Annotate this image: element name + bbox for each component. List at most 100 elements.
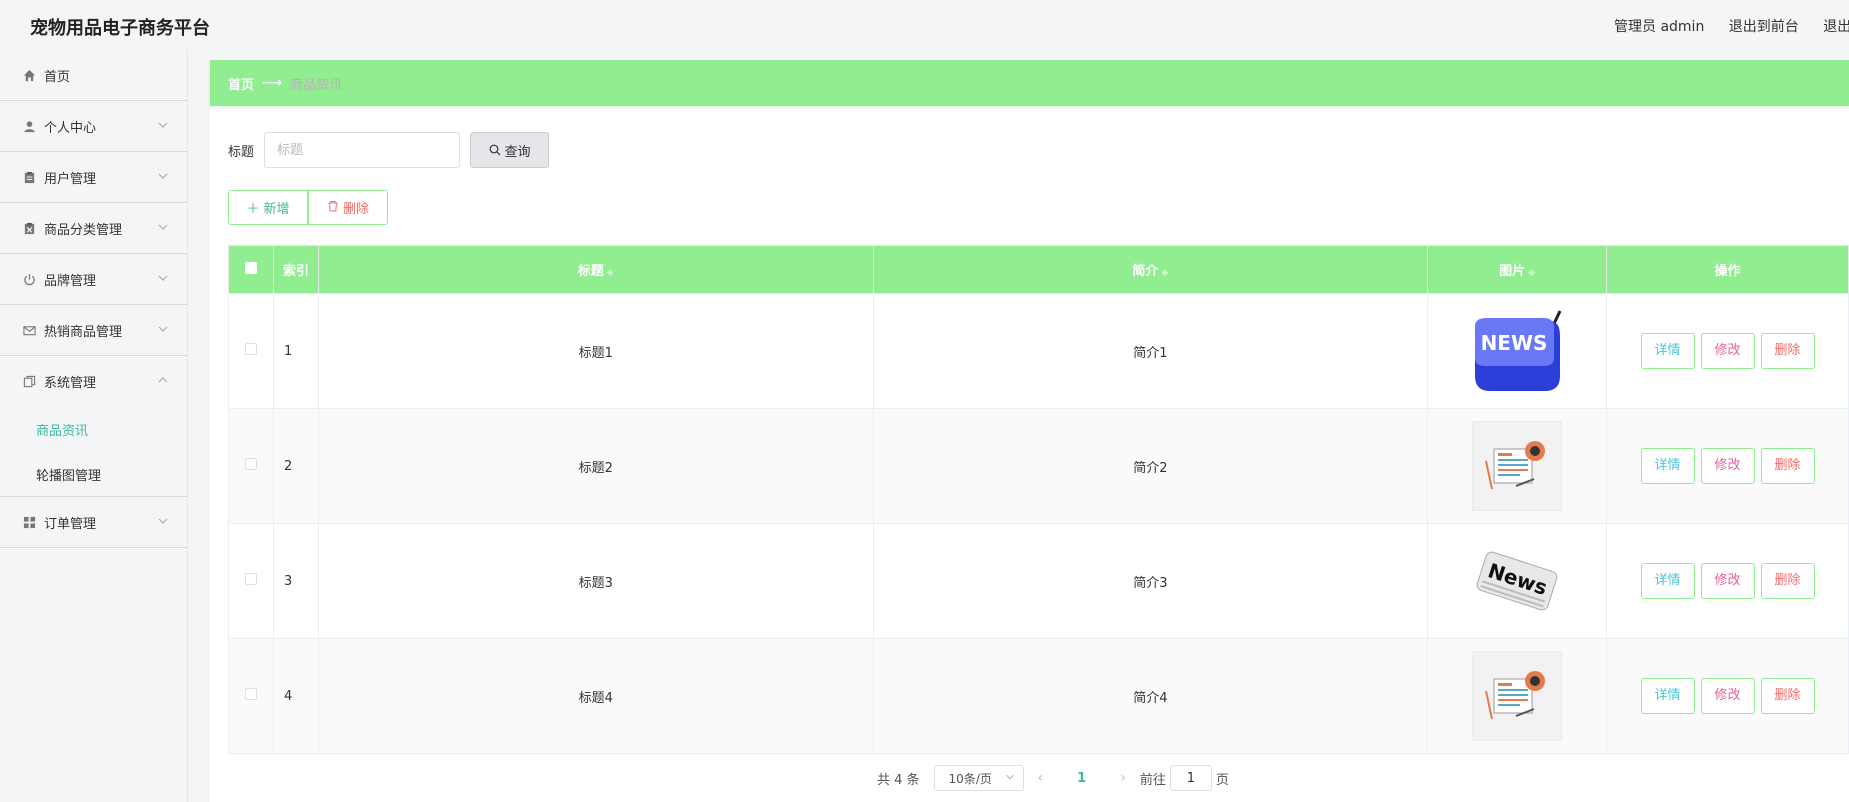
delete-button[interactable]: 删除: [1760, 448, 1815, 484]
sidebar-subitem-carousel[interactable]: 轮播图管理: [0, 452, 187, 497]
sidebar-item-brand[interactable]: 品牌管理: [0, 254, 187, 305]
news-table: 索引 标题 ◆ 简介 ◆ 图片 ◆ 操作 1 标题1 简介1 NEWS 详情 修…: [228, 245, 1849, 754]
row-ops-cell: 详情 修改 删除: [1606, 638, 1849, 754]
column-header-title-label: 标题: [577, 264, 604, 279]
back-to-front-link[interactable]: 退出到前台: [1729, 19, 1799, 35]
search-icon: [489, 144, 500, 156]
table-header-row: 索引 标题 ◆ 简介 ◆ 图片 ◆ 操作: [228, 245, 1849, 294]
sidebar-item-hot-products[interactable]: 热销商品管理: [0, 305, 187, 356]
main-content: 首页 ⟶ 商品资讯 标题 查询 ＋ 新增 删除 索引: [210, 60, 1849, 802]
newspaper-illustration-image: [1472, 651, 1563, 741]
column-header-image[interactable]: 图片 ◆: [1427, 245, 1608, 294]
search-row: 标题 查询: [228, 132, 550, 168]
grid-icon: [22, 515, 36, 529]
prev-page-button[interactable]: ‹: [1038, 770, 1044, 786]
search-label: 标题: [228, 144, 255, 160]
chevron-down-icon: [157, 170, 169, 182]
sidebar: 首页 个人中心 用户管理 商品分类管理 品牌管理 热销商品管理 系统管理 商品资…: [0, 50, 188, 802]
edit-button[interactable]: 修改: [1700, 448, 1755, 484]
select-all-checkbox[interactable]: [244, 261, 257, 274]
total-count: 共 4 条: [877, 772, 920, 788]
row-select-cell[interactable]: [228, 638, 274, 754]
edit-button[interactable]: 修改: [1700, 333, 1755, 369]
chevron-down-icon: [157, 272, 169, 284]
sidebar-item-orders[interactable]: 订单管理: [0, 497, 187, 548]
trash-icon: [327, 200, 339, 216]
edit-button[interactable]: 修改: [1700, 678, 1755, 714]
sidebar-item-home[interactable]: 首页: [0, 50, 187, 101]
add-button[interactable]: ＋ 新增: [228, 190, 308, 225]
detail-button[interactable]: 详情: [1640, 333, 1695, 369]
page-number[interactable]: 1: [1077, 771, 1086, 786]
newspaper-illustration-image: [1472, 421, 1563, 511]
row-index: 1: [272, 293, 319, 409]
chevron-down-icon: [157, 515, 169, 527]
column-header-intro[interactable]: 简介 ◆: [872, 245, 1429, 294]
row-checkbox[interactable]: [244, 458, 257, 470]
row-intro: 简介3: [872, 523, 1429, 639]
column-header-index: 索引: [272, 245, 319, 294]
query-button[interactable]: 查询: [470, 132, 550, 168]
sort-icon[interactable]: ◆: [607, 268, 614, 278]
sort-icon[interactable]: ◆: [1161, 268, 1168, 278]
edit-button[interactable]: 修改: [1700, 563, 1755, 599]
row-index: 4: [272, 638, 319, 754]
sidebar-item-label: 用户管理: [44, 171, 97, 187]
chevron-down-icon: [157, 119, 169, 131]
arrow-right-icon: ⟶: [262, 75, 283, 91]
select-all-cell[interactable]: [228, 245, 274, 294]
news-key-label: NEWS: [1481, 331, 1548, 355]
delete-button-label: 删除: [342, 202, 369, 217]
chevron-down-icon: [157, 323, 169, 335]
sort-icon[interactable]: ◆: [1528, 268, 1535, 278]
admin-label: 管理员 admin: [1614, 19, 1705, 35]
row-select-cell[interactable]: [228, 523, 274, 639]
next-page-button[interactable]: ›: [1120, 770, 1126, 786]
row-select-cell[interactable]: [228, 293, 274, 409]
column-header-title[interactable]: 标题 ◆: [317, 245, 874, 294]
chevron-up-icon: [157, 374, 169, 386]
top-right-links: 管理员 admin 退出到前台 退出: [1614, 16, 1849, 36]
sidebar-item-personal[interactable]: 个人中心: [0, 101, 187, 152]
search-input[interactable]: [264, 132, 461, 168]
sidebar-item-users[interactable]: 用户管理: [0, 152, 187, 203]
page-size-select[interactable]: 10条/页: [933, 765, 1024, 791]
row-checkbox[interactable]: [244, 343, 257, 355]
sidebar-item-system[interactable]: 系统管理: [0, 356, 187, 407]
detail-button[interactable]: 详情: [1640, 678, 1695, 714]
goto-page-input[interactable]: [1169, 765, 1212, 791]
plus-icon: ＋: [246, 202, 260, 217]
pagination: 共 4 条 10条/页 ‹ 1 › 前往 页: [877, 765, 1229, 791]
row-select-cell[interactable]: [228, 408, 274, 524]
row-intro: 简介4: [872, 638, 1429, 754]
sidebar-subitem-product-news[interactable]: 商品资讯: [0, 407, 187, 452]
page-suffix: 页: [1215, 772, 1229, 788]
delete-button[interactable]: 删除: [1760, 678, 1815, 714]
row-intro: 简介2: [872, 408, 1429, 524]
sidebar-item-label: 商品分类管理: [44, 222, 123, 238]
row-title: 标题1: [317, 293, 874, 409]
row-checkbox[interactable]: [244, 688, 257, 700]
breadcrumb-home[interactable]: 首页: [228, 74, 254, 93]
batch-delete-button[interactable]: 删除: [308, 190, 388, 225]
detail-button[interactable]: 详情: [1640, 448, 1695, 484]
table-row: 1 标题1 简介1 NEWS 详情 修改 删除: [228, 293, 1849, 409]
column-header-image-label: 图片: [1499, 264, 1526, 279]
row-checkbox[interactable]: [244, 573, 257, 585]
user-icon: [22, 119, 36, 133]
logout-link[interactable]: 退出: [1823, 19, 1849, 35]
sidebar-item-category[interactable]: 商品分类管理: [0, 203, 187, 254]
breadcrumb: 首页 ⟶ 商品资讯: [210, 60, 1849, 106]
row-title: 标题3: [317, 523, 874, 639]
delete-button[interactable]: 删除: [1760, 563, 1815, 599]
row-image-cell: News: [1427, 523, 1608, 639]
copy-icon: [22, 375, 36, 389]
row-title: 标题2: [317, 408, 874, 524]
row-image-cell: [1427, 638, 1608, 754]
query-button-label: 查询: [504, 144, 531, 160]
detail-button[interactable]: 详情: [1640, 563, 1695, 599]
page-size-value: 10条/页: [948, 771, 992, 786]
delete-button[interactable]: 删除: [1760, 333, 1815, 369]
row-index: 3: [272, 523, 319, 639]
chevron-down-icon: [157, 221, 169, 233]
